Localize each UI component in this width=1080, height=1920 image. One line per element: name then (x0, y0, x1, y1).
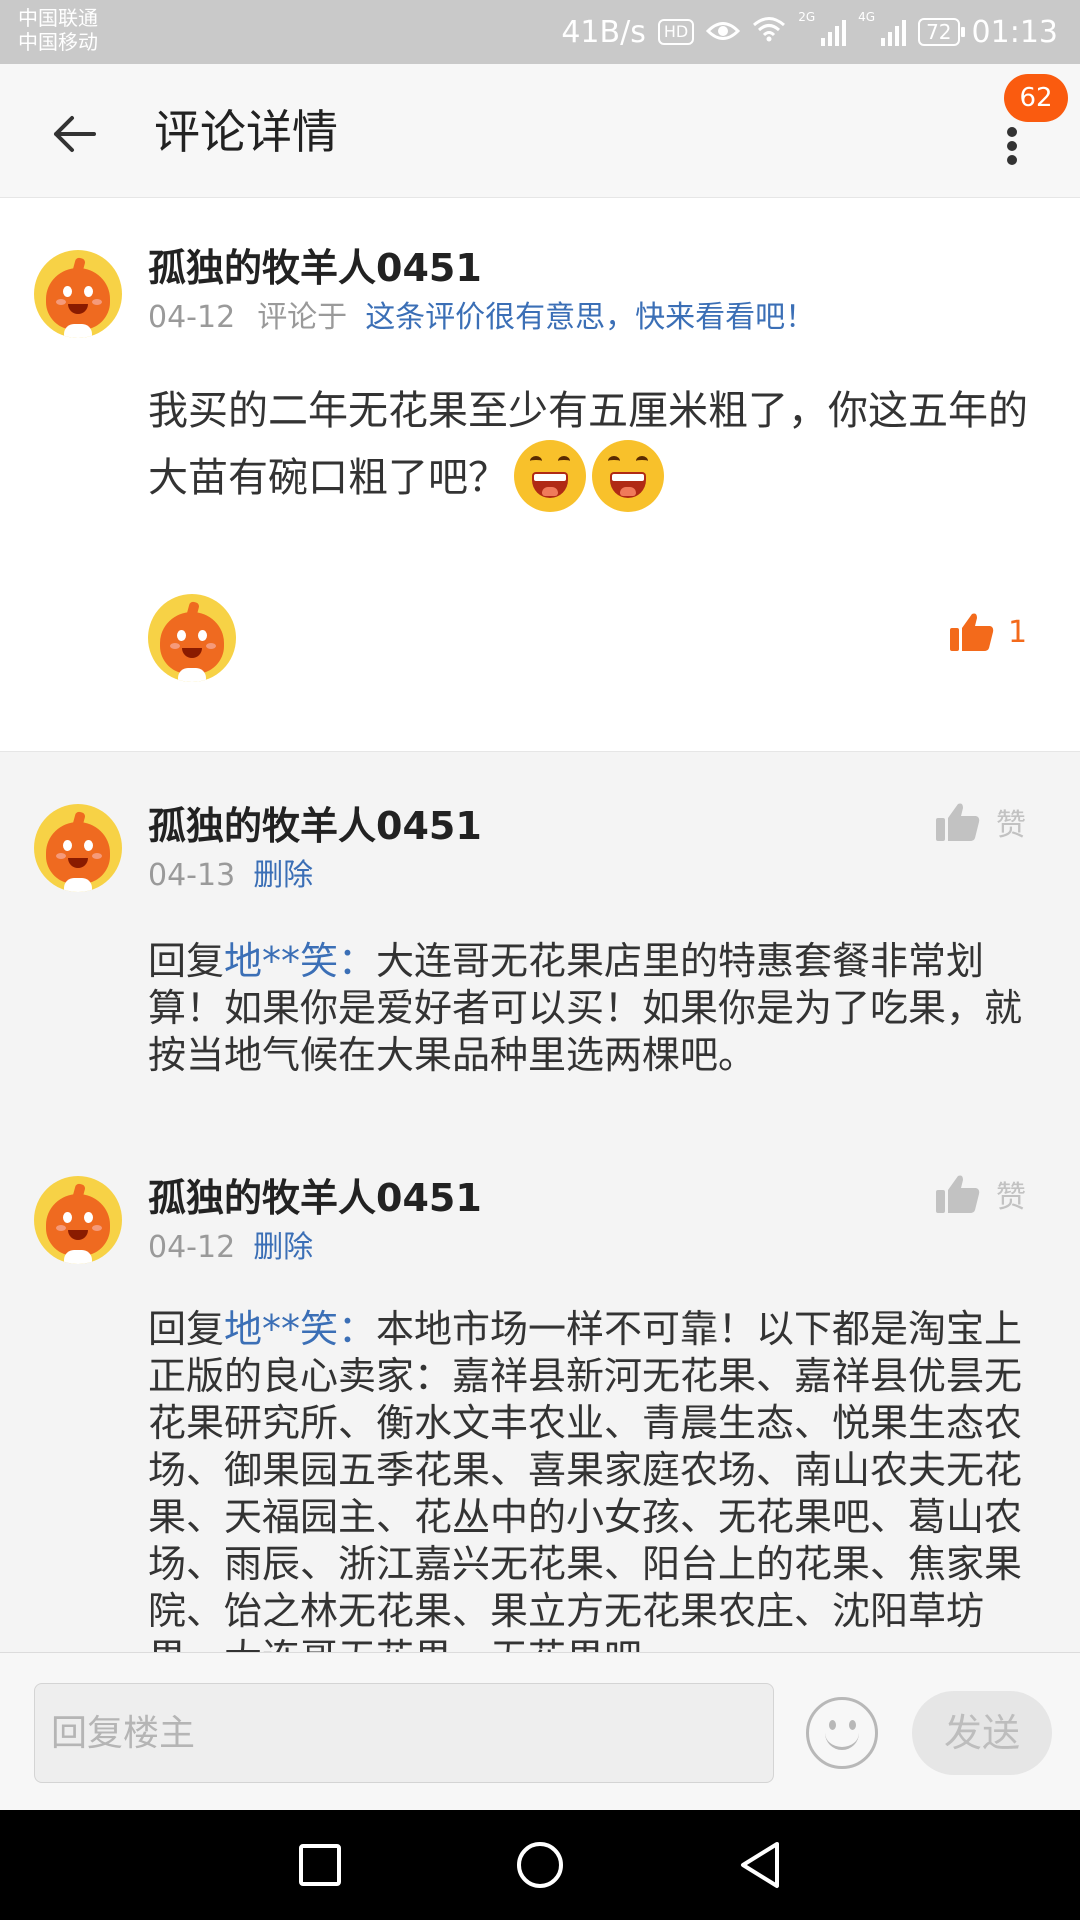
comment-date: 04-12 (148, 300, 236, 335)
reply-text: 回复地**笑：大连哥无花果店里的特惠套餐非常划算！如果你是爱好者可以买！如果你是… (148, 938, 1036, 1079)
carrier-info: 中国联通 中国移动 (18, 6, 98, 54)
eye-icon (706, 15, 741, 50)
reply-date: 04-12 (148, 1230, 236, 1265)
comment-meta: 04-12 评论于 这条评价很有意思，快来看看吧！ (148, 298, 815, 338)
reply-input-bar: 发送 (0, 1652, 1080, 1810)
square-icon (299, 1844, 341, 1886)
laughing-emoji-icon (592, 440, 664, 512)
triangle-back-icon (741, 1842, 779, 1888)
carrier-1: 中国联通 (18, 6, 98, 30)
back-button[interactable] (42, 102, 106, 166)
system-nav-bar (0, 1810, 1080, 1920)
like-button[interactable]: 赞 (936, 800, 1026, 844)
net-2g-label: 2G (798, 10, 816, 24)
home-button[interactable] (510, 1835, 570, 1895)
back-arrow-icon (54, 116, 96, 152)
delete-button[interactable]: 删除 (253, 1230, 313, 1265)
avatar[interactable] (34, 804, 122, 892)
clock: 01:13 (971, 14, 1058, 50)
comment-body: 我买的二年无花果至少有五厘米粗了，你这五年的大苗有碗口粗了吧？ (148, 388, 1028, 501)
more-vertical-icon (1007, 127, 1017, 165)
reply-text-clip: 回复地**笑：本地市场一样不可靠！以下都是淘宝上正版的良心卖家：嘉祥县新河无花果… (0, 1300, 1080, 1652)
signal-4g-icon (881, 18, 907, 46)
reply-username[interactable]: 孤独的牧羊人0451 (148, 802, 482, 850)
reply-to-user[interactable]: 地**笑： (224, 1307, 376, 1351)
app-header: 评论详情 62 (0, 64, 1080, 198)
like-button[interactable]: 1 (950, 612, 1027, 652)
comment-username[interactable]: 孤独的牧羊人0451 (148, 244, 482, 292)
comment-text: 我买的二年无花果至少有五厘米粗了，你这五年的大苗有碗口粗了吧？ (148, 378, 1028, 516)
page-title: 评论详情 (154, 105, 338, 159)
like-label: 赞 (996, 808, 1026, 843)
reply-username[interactable]: 孤独的牧羊人0451 (148, 1174, 482, 1222)
reply-body: 本地市场一样不可靠！以下都是淘宝上正版的良心卖家：嘉祥县新河无花果、嘉祥县优昙无… (148, 1307, 1023, 1652)
laughing-emoji-icon (514, 440, 586, 512)
like-label: 赞 (996, 1180, 1026, 1215)
network-speed: 41B/s (561, 14, 646, 50)
delete-button[interactable]: 删除 (253, 858, 313, 893)
reply-date: 04-13 (148, 858, 236, 893)
reply-prefix: 回复 (148, 939, 225, 983)
comment-on-label: 评论于 (257, 300, 348, 335)
notification-badge[interactable]: 62 (1004, 74, 1068, 122)
wifi-icon (752, 15, 786, 50)
back-nav-button[interactable] (730, 1835, 790, 1895)
status-bar: 中国联通 中国移动 41B/s HD 2G 4G 72 01:13 (0, 0, 1080, 64)
signal-2g-icon (821, 18, 847, 46)
battery-icon: 72 (918, 18, 966, 46)
reply-text: 回复地**笑：本地市场一样不可靠！以下都是淘宝上正版的良心卖家：嘉祥县新河无花果… (148, 1306, 1036, 1652)
thumbs-up-icon (936, 1175, 980, 1213)
emoji-button[interactable] (806, 1697, 878, 1769)
source-review-link[interactable]: 这条评价很有意思，快来看看吧！ (365, 300, 815, 335)
like-count: 1 (1008, 614, 1028, 650)
recents-button[interactable] (290, 1835, 350, 1895)
avatar[interactable] (34, 250, 122, 338)
reply-prefix: 回复 (148, 1307, 225, 1351)
reply-to-user[interactable]: 地**笑： (224, 939, 376, 983)
reply-meta: 04-13 删除 (148, 856, 313, 896)
liker-avatar[interactable] (148, 594, 236, 682)
send-button[interactable]: 发送 (912, 1691, 1052, 1775)
circle-icon (517, 1842, 563, 1888)
main-comment: 孤独的牧羊人0451 04-12 评论于 这条评价很有意思，快来看看吧！ 我买的二年… (0, 198, 1080, 752)
status-icons: 41B/s HD 2G 4G 72 01:13 (561, 10, 1058, 54)
reply-input[interactable] (34, 1683, 774, 1783)
thumbs-up-icon (950, 613, 994, 651)
net-4g-label: 4G (858, 10, 876, 24)
more-button[interactable] (990, 114, 1034, 178)
avatar[interactable] (34, 1176, 122, 1264)
hd-icon: HD (657, 19, 695, 45)
carrier-2: 中国移动 (18, 30, 98, 54)
like-button[interactable]: 赞 (936, 1172, 1026, 1216)
thumbs-up-icon (936, 803, 980, 841)
reply-meta: 04-12 删除 (148, 1228, 313, 1268)
